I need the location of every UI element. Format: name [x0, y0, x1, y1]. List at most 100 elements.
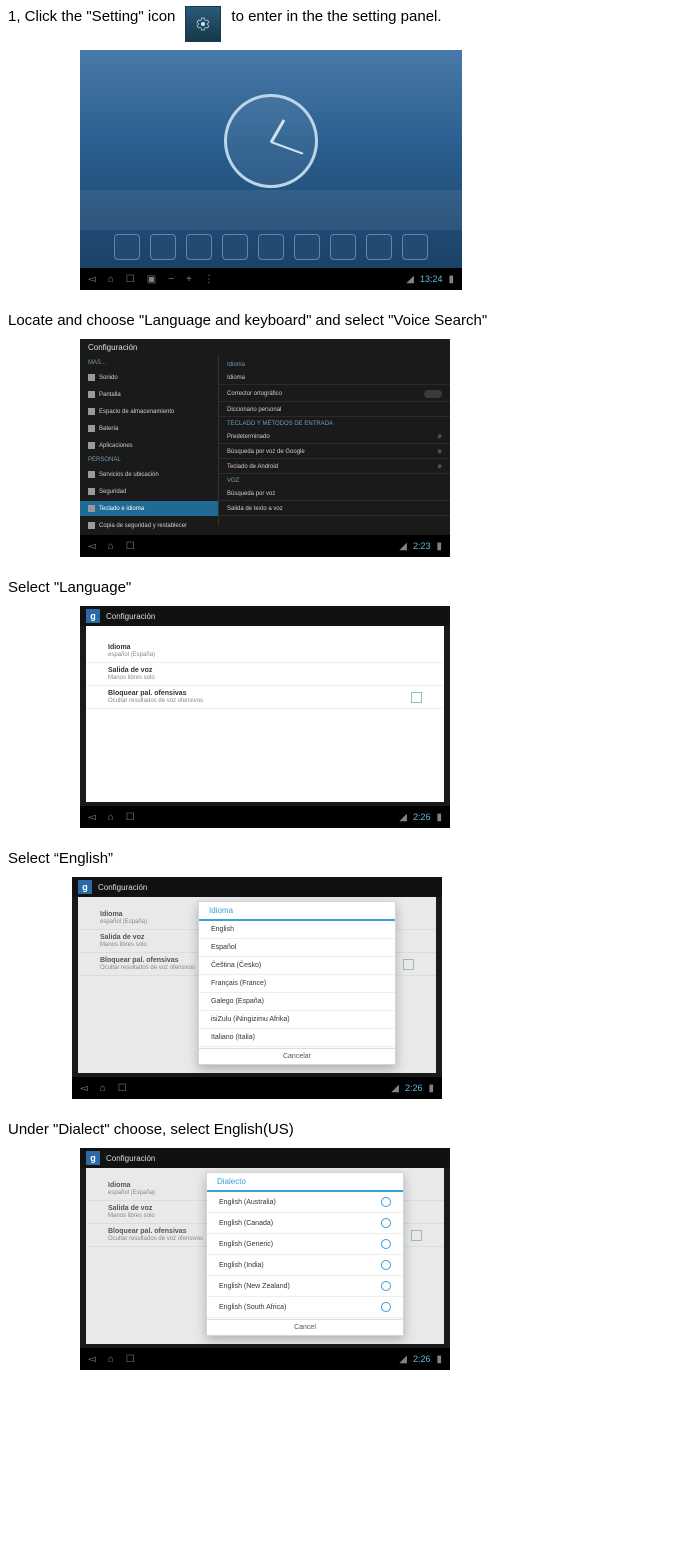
voice-row[interactable]: Bloquear pal. ofensivasOcultar resultado… [86, 686, 444, 709]
popup-list[interactable]: English (Australia) English (Canada) Eng… [207, 1192, 403, 1319]
statusbar-clock: 2:26 [413, 1354, 431, 1364]
recent-icon[interactable]: ☐ [126, 1354, 135, 1365]
detail-row[interactable]: Idioma [219, 372, 450, 385]
settings-sub-icon[interactable]: ⚙ [438, 434, 442, 440]
toggle-icon[interactable] [424, 390, 442, 398]
home-icon[interactable]: ⌂ [108, 812, 114, 823]
dock-icon[interactable] [186, 234, 212, 260]
detail-row[interactable]: Salida de texto a voz [219, 503, 450, 516]
home-icon[interactable]: ⌂ [108, 274, 114, 285]
detail-group: VOZ [219, 476, 450, 486]
sidebar-item-language[interactable]: Teclado e idioma [80, 501, 218, 516]
sidebar-item[interactable]: Copia de seguridad y restablecer [80, 518, 218, 533]
voice-settings-title: Configuración [98, 883, 147, 892]
detail-row[interactable]: Búsqueda por voz de Google⚙ [219, 446, 450, 459]
back-icon[interactable]: ◅ [88, 812, 96, 823]
detail-row[interactable]: Corrector ortográfico [219, 387, 450, 402]
home-icon[interactable]: ⌂ [108, 1354, 114, 1365]
popup-item[interactable]: Français (France) [199, 975, 395, 993]
popup-item[interactable]: English (New Zealand) [207, 1276, 403, 1297]
checkbox-icon[interactable] [411, 692, 422, 703]
voice-settings-bar: g Configuración [72, 877, 442, 897]
back-icon[interactable]: ◅ [88, 541, 96, 552]
settings-title: Configuración [80, 339, 450, 356]
popup-item-english[interactable]: English [199, 921, 395, 939]
popup-item[interactable]: isiZulu (iNingizimu Afrika) [199, 1011, 395, 1029]
step-1-text-b: to enter in the the setting panel. [231, 8, 441, 25]
voice-row[interactable]: Salida de vozManos libres solo [86, 663, 444, 686]
home-ribbon [80, 190, 462, 230]
recent-icon[interactable]: ☐ [118, 1083, 127, 1094]
android-navbar: ◅ ⌂ ☐ ◢ 2:23 ▮ [80, 535, 450, 557]
radio-icon[interactable] [381, 1218, 391, 1228]
voice-settings-title: Configuración [106, 612, 155, 621]
sidebar-item[interactable]: Sonido [80, 370, 218, 385]
detail-row-voice-search[interactable]: Búsqueda por voz [219, 488, 450, 501]
android-navbar: ◅ ⌂ ☐ ◢ 2:26 ▮ [80, 806, 450, 828]
dock-icon[interactable] [330, 234, 356, 260]
dock-icon[interactable] [366, 234, 392, 260]
back-icon[interactable]: ◅ [80, 1083, 88, 1094]
volume-down-icon[interactable]: − [168, 274, 174, 285]
step-4: Select “English” [8, 850, 692, 867]
dock-icon[interactable] [222, 234, 248, 260]
dock-icon[interactable] [114, 234, 140, 260]
sidebar-item[interactable]: Batería [80, 421, 218, 436]
popup-title: Idioma [199, 902, 395, 921]
back-icon[interactable]: ◅ [88, 274, 96, 285]
android-navbar: ◅ ⌂ ☐ ▣ − + ⋮ ◢ 13:24 ▮ [80, 268, 462, 290]
menu-icon[interactable]: ⋮ [204, 274, 214, 285]
popup-item[interactable]: Galego (España) [199, 993, 395, 1011]
sidebar-item[interactable]: Seguridad [80, 484, 218, 499]
radio-icon[interactable] [381, 1197, 391, 1207]
wifi-icon: ◢ [399, 1354, 407, 1365]
volume-up-icon[interactable]: + [186, 274, 192, 285]
detail-row[interactable]: Teclado de Android⚙ [219, 461, 450, 474]
detail-row[interactable]: Diccionario personal [219, 404, 450, 417]
home-icon[interactable]: ⌂ [100, 1083, 106, 1094]
voice-settings-screen: g Configuración Idiomaespañol (España) S… [80, 606, 450, 828]
popup-item[interactable]: English (Australia) [207, 1192, 403, 1213]
voice-settings-dialect-screen: g Configuración Idiomaespañol (España) S… [80, 1148, 450, 1370]
screenshot-icon[interactable]: ▣ [147, 274, 156, 285]
battery-icon: ▮ [448, 274, 454, 285]
popup-list[interactable]: English Español Čeština (Česko) Français… [199, 921, 395, 1048]
voice-settings-popup-screen: g Configuración Idiomaespañol (España) S… [72, 877, 442, 1099]
dock-icon[interactable] [294, 234, 320, 260]
settings-sub-icon[interactable]: ⚙ [438, 464, 442, 470]
home-icon[interactable]: ⌂ [108, 541, 114, 552]
dock-icon[interactable] [258, 234, 284, 260]
step-1: 1, Click the "Setting" icon to enter in … [8, 8, 692, 44]
checkbox-icon [403, 959, 414, 970]
radio-icon[interactable] [381, 1260, 391, 1270]
sidebar-item[interactable]: Pantalla [80, 387, 218, 402]
popup-cancel-button[interactable]: Cancelar [199, 1048, 395, 1064]
settings-sub-icon[interactable]: ⚙ [438, 449, 442, 455]
wifi-icon: ◢ [406, 274, 414, 285]
popup-item[interactable]: English (Generic) [207, 1234, 403, 1255]
radio-icon[interactable] [381, 1281, 391, 1291]
sidebar-group: MAS... [80, 358, 218, 368]
popup-item[interactable]: English (South Africa) [207, 1297, 403, 1318]
detail-row[interactable]: Predeterminado⚙ [219, 431, 450, 444]
statusbar-clock: 2:26 [405, 1083, 423, 1093]
clock-widget-icon [224, 94, 318, 188]
sidebar-item[interactable]: Aplicaciones [80, 438, 218, 453]
dock-icon[interactable] [150, 234, 176, 260]
popup-item[interactable]: Italiano (Italia) [199, 1029, 395, 1047]
dock-icon[interactable] [402, 234, 428, 260]
popup-item[interactable]: English (Canada) [207, 1213, 403, 1234]
popup-item[interactable]: Español [199, 939, 395, 957]
back-icon[interactable]: ◅ [88, 1354, 96, 1365]
sidebar-item[interactable]: Servicios de ubicación [80, 467, 218, 482]
popup-cancel-button[interactable]: Cancel [207, 1319, 403, 1335]
radio-icon[interactable] [381, 1239, 391, 1249]
recent-icon[interactable]: ☐ [126, 812, 135, 823]
voice-row-language[interactable]: Idiomaespañol (España) [86, 640, 444, 663]
recent-icon[interactable]: ☐ [126, 274, 135, 285]
popup-item[interactable]: Čeština (Česko) [199, 957, 395, 975]
radio-icon[interactable] [381, 1302, 391, 1312]
recent-icon[interactable]: ☐ [126, 541, 135, 552]
sidebar-item[interactable]: Espacio de almacenamiento [80, 404, 218, 419]
popup-item[interactable]: English (India) [207, 1255, 403, 1276]
